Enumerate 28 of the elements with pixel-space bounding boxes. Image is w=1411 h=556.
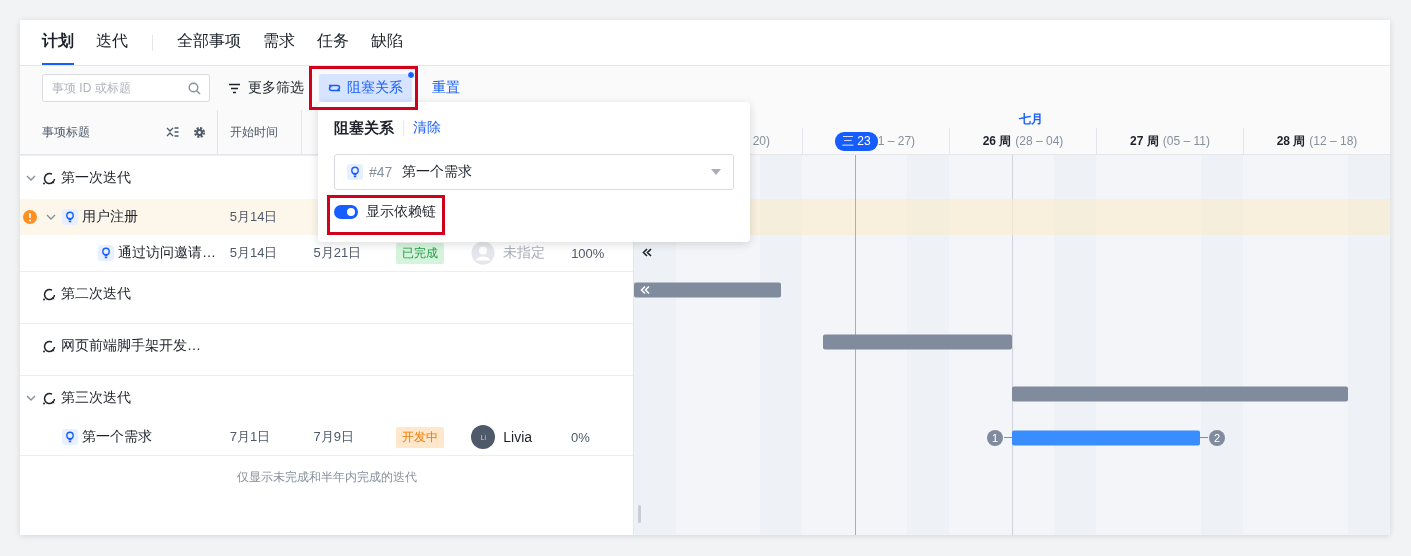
- footer-note: 仅显示未完成和半年内完成的迭代: [236, 468, 417, 486]
- week-label: 27 周: [1130, 132, 1159, 150]
- assignee-name: 未指定: [503, 244, 546, 262]
- week-label: 28 周: [1276, 132, 1306, 150]
- item-id: #47: [369, 164, 393, 180]
- week-range: (12 – 18): [1309, 134, 1358, 148]
- end-date: 7月9日: [313, 428, 354, 446]
- week-range: (28 – 04): [1015, 134, 1064, 148]
- column-header: 事项标题: [42, 123, 90, 141]
- week-label: 26 周: [982, 132, 1012, 150]
- week-range: (05 – 11): [1162, 134, 1210, 148]
- toggle-label: 显示依赖链: [366, 203, 436, 221]
- status-tag: 已完成: [396, 242, 445, 264]
- end-date: 5月21日: [313, 244, 362, 262]
- status-tag: 开发中: [396, 426, 445, 448]
- week-label: 20): [752, 134, 770, 148]
- start-date: 7月1日: [229, 428, 271, 446]
- month-label: 七月: [1019, 111, 1043, 128]
- start-date: 5月14日: [229, 244, 278, 262]
- assignee-name: Livia: [503, 429, 533, 445]
- item-title: 第一个需求: [402, 163, 473, 181]
- start-date: 5月14日: [229, 208, 278, 226]
- today-badge: 三 23: [835, 131, 878, 151]
- week-label: 1 – 27): [877, 134, 916, 148]
- progress-value: 100%: [571, 245, 605, 261]
- column-header: 开始时间: [230, 123, 278, 141]
- progress-value: 0%: [571, 429, 590, 445]
- popover-title: 阻塞关系: [334, 118, 394, 138]
